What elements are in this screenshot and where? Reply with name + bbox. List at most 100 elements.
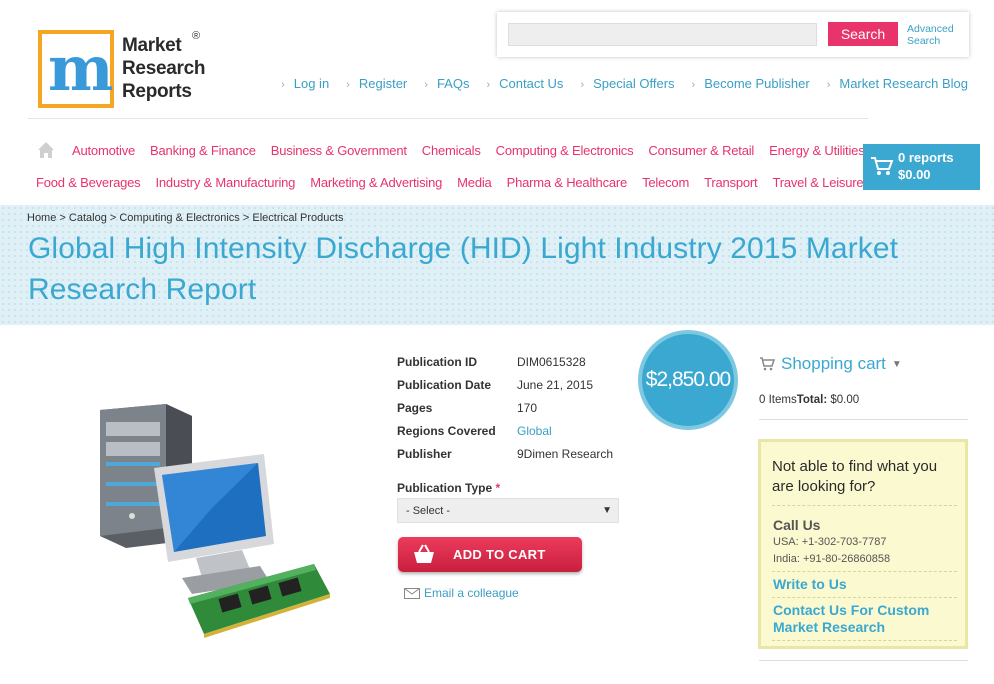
header-divider: [28, 118, 868, 119]
category-nav-row1: Automotive Banking & Finance Business & …: [72, 143, 865, 158]
logo-wordmark: Market Research Reports: [122, 34, 205, 103]
sidebar-divider: [759, 419, 968, 420]
top-nav: Log in Register FAQs Contact Us Special …: [281, 76, 968, 91]
search-input[interactable]: [508, 23, 817, 46]
category-industry-manufacturing[interactable]: Industry & Manufacturing: [155, 175, 295, 190]
publication-type-label: Publication Type *: [397, 481, 500, 495]
help-question: Not able to find what you are looking fo…: [772, 458, 938, 495]
add-to-cart-label: ADD TO CART: [453, 547, 546, 562]
publication-type-text: Publication Type: [397, 481, 493, 495]
shopping-cart-summary: 0 ItemsTotal: $0.00: [759, 394, 859, 406]
price-badge: $2,850.00: [638, 330, 738, 430]
help-separator: [772, 597, 957, 598]
category-energy-utilities[interactable]: Energy & Utilities: [769, 143, 865, 158]
category-business-government[interactable]: Business & Government: [271, 143, 407, 158]
cart-items-count: 0 Items: [759, 394, 797, 406]
info-value: 170: [517, 400, 538, 415]
logo-line3: Reports: [122, 81, 192, 102]
india-phone: India: +91-80-26860858: [773, 553, 891, 565]
cart-reports-count: 0 reports: [898, 150, 954, 165]
page-title: Global High Intensity Discharge (HID) Li…: [28, 232, 899, 306]
contact-us-link[interactable]: Contact Us: [486, 76, 563, 91]
breadcrumb-computing-electronics[interactable]: Computing & Electronics: [119, 212, 239, 224]
login-link[interactable]: Log in: [281, 76, 329, 91]
advanced-search-link[interactable]: Advanced Search: [907, 23, 954, 47]
info-value: June 21, 2015: [517, 377, 594, 392]
shopping-cart-icon: [760, 357, 775, 371]
write-to-us-link[interactable]: Write to Us: [773, 576, 958, 593]
logo-line2: Research: [122, 58, 206, 79]
info-label: Regions Covered: [397, 423, 496, 438]
category-marketing-advertising[interactable]: Marketing & Advertising: [310, 175, 442, 190]
category-automotive[interactable]: Automotive: [72, 143, 135, 158]
category-banking-finance[interactable]: Banking & Finance: [150, 143, 256, 158]
category-computing-electronics[interactable]: Computing & Electronics: [496, 143, 634, 158]
category-chemicals[interactable]: Chemicals: [422, 143, 481, 158]
logo-mark: m: [38, 30, 114, 108]
publication-info: Publication ID DIM0615328 Publication Da…: [397, 350, 613, 465]
help-separator: [772, 505, 957, 506]
info-row-publication-date: Publication Date June 21, 2015: [397, 373, 613, 396]
info-row-publication-id: Publication ID DIM0615328: [397, 350, 613, 373]
site-logo[interactable]: m Market Research Reports ®: [38, 30, 213, 110]
publication-type-selected: - Select -: [406, 504, 451, 517]
region-link[interactable]: Global: [517, 424, 552, 438]
help-separator: [772, 640, 957, 641]
info-row-regions: Regions Covered Global: [397, 419, 613, 442]
register-link[interactable]: Register: [346, 76, 407, 91]
cart-total-label: Total:: [796, 394, 828, 406]
category-telecom[interactable]: Telecom: [642, 175, 689, 190]
breadcrumb: Home > Catalog > Computing & Electronics…: [27, 212, 344, 224]
help-separator: [772, 571, 957, 572]
cart-icon: [871, 157, 894, 175]
search-bar: Search Advanced Search: [497, 12, 969, 57]
registered-mark: ®: [192, 30, 201, 42]
special-offers-link[interactable]: Special Offers: [580, 76, 674, 91]
cart-total-value: $0.00: [830, 394, 860, 406]
category-consumer-retail[interactable]: Consumer & Retail: [648, 143, 754, 158]
info-value: DIM0615328: [517, 354, 586, 369]
add-to-cart-button[interactable]: ADD TO CART: [398, 537, 582, 572]
category-travel-leisure[interactable]: Travel & Leisure: [772, 175, 863, 190]
header-cart[interactable]: 0 reports $0.00: [863, 144, 980, 190]
shopping-cart-title: Shopping cart: [781, 354, 886, 373]
advanced-search-line2: Search: [907, 35, 941, 47]
category-nav-row2: Food & Beverages Industry & Manufacturin…: [36, 175, 864, 190]
product-image: [100, 404, 330, 638]
info-label: Publisher: [397, 446, 452, 461]
become-publisher-link[interactable]: Become Publisher: [692, 76, 810, 91]
info-label: Publication ID: [397, 354, 478, 369]
cart-total: $0.00: [898, 167, 931, 182]
required-marker: *: [495, 481, 501, 495]
search-button[interactable]: Search: [828, 22, 898, 46]
info-value: 9Dimen Research: [517, 446, 614, 461]
sidebar-divider: [759, 660, 968, 661]
breadcrumb-home[interactable]: Home: [27, 212, 56, 224]
home-icon[interactable]: [37, 141, 55, 159]
info-label: Pages: [397, 400, 433, 415]
category-media[interactable]: Media: [457, 175, 492, 190]
call-us-heading: Call Us: [773, 517, 821, 533]
dropdown-arrow-icon: ▼: [602, 505, 612, 516]
shopping-cart-toggle[interactable]: Shopping cart ▼: [759, 354, 902, 374]
basket-icon: [414, 544, 434, 563]
help-box: Not able to find what you are looking fo…: [758, 439, 968, 649]
email-colleague-label: Email a colleague: [424, 586, 519, 600]
category-transport[interactable]: Transport: [704, 175, 758, 190]
breadcrumb-electrical-products[interactable]: Electrical Products: [252, 212, 343, 224]
blog-link[interactable]: Market Research Blog: [827, 76, 968, 91]
publication-type-select[interactable]: - Select - ▼: [397, 498, 619, 523]
envelope-icon: [404, 587, 420, 599]
category-pharma-healthcare[interactable]: Pharma & Healthcare: [507, 175, 628, 190]
chevron-down-icon: ▼: [891, 358, 902, 370]
info-row-pages: Pages 170: [397, 396, 613, 419]
faqs-link[interactable]: FAQs: [424, 76, 470, 91]
email-colleague-link[interactable]: Email a colleague: [404, 586, 519, 600]
info-row-publisher: Publisher 9Dimen Research: [397, 442, 613, 465]
breadcrumb-catalog[interactable]: Catalog: [69, 212, 107, 224]
usa-phone: USA: +1-302-703-7787: [773, 536, 887, 548]
category-food-beverages[interactable]: Food & Beverages: [36, 175, 141, 190]
advanced-search-line1: Advanced: [907, 23, 954, 35]
info-label: Publication Date: [397, 377, 492, 392]
custom-research-link[interactable]: Contact Us For Custom Market Research: [773, 602, 958, 636]
